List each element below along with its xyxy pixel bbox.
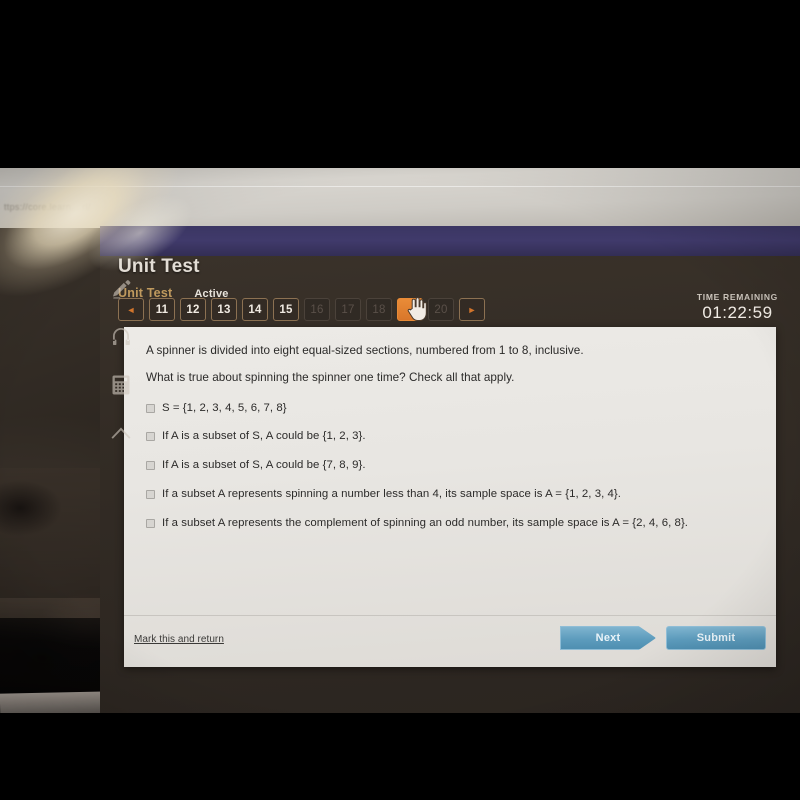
calculator-icon[interactable]: [108, 372, 134, 398]
highlighter-icon[interactable]: [108, 276, 134, 302]
checkbox-option-3[interactable]: [146, 461, 155, 471]
page-button-17[interactable]: 17: [335, 298, 361, 321]
page-button-20[interactable]: 20: [428, 298, 454, 321]
page-button-16[interactable]: 16: [304, 298, 330, 321]
answer-options: S = {1, 2, 3, 4, 5, 6, 7, 8} If A is a s…: [124, 397, 776, 531]
pagination-next-button[interactable]: ►: [459, 298, 485, 321]
option-row[interactable]: If a subset A represents the complement …: [146, 516, 754, 531]
question-stem: A spinner is divided into eight equal-si…: [124, 327, 776, 386]
headphones-icon[interactable]: [108, 324, 134, 350]
page-button-18[interactable]: 18: [366, 298, 392, 321]
checkbox-option-1[interactable]: [146, 403, 155, 413]
mark-this-and-return-link[interactable]: Mark this and return: [134, 634, 224, 645]
time-remaining-value: 01:22:59: [702, 303, 773, 322]
checkbox-option-5[interactable]: [146, 518, 155, 528]
stem-line-2: What is true about spinning the spinner …: [146, 370, 515, 384]
option-row[interactable]: If A is a subset of S, A could be {7, 8,…: [146, 458, 754, 473]
checkbox-option-4[interactable]: [146, 490, 155, 500]
question-card: A spinner is divided into eight equal-si…: [124, 327, 776, 667]
page-button-19-current[interactable]: [397, 298, 423, 321]
page-button-14[interactable]: 14: [242, 298, 268, 321]
option-row[interactable]: If a subset A represents spinning a numb…: [146, 487, 754, 502]
assessment-app-body: Unit Test Unit Test Active ◄ 11 12 13 14…: [100, 256, 800, 713]
page-button-12[interactable]: 12: [180, 298, 206, 321]
tool-rail: [100, 276, 142, 446]
option-row[interactable]: If A is a subset of S, A could be {1, 2,…: [146, 429, 754, 444]
option-row[interactable]: S = {1, 2, 3, 4, 5, 6, 7, 8}: [146, 401, 754, 416]
option-label-2: If A is a subset of S, A could be {1, 2,…: [162, 430, 366, 443]
time-remaining-label: TIME REMAINING: [696, 292, 778, 302]
option-label-5: If a subset A represents the complement …: [162, 516, 689, 529]
browser-chrome: ttps://core.learn... rl/: [0, 168, 800, 228]
address-bar-url[interactable]: ttps://core.learn... rl/: [4, 202, 91, 212]
tablet-screen-region: ttps://core.learn... rl/ Unit Test Unit …: [0, 168, 800, 713]
page-button-13[interactable]: 13: [211, 298, 237, 321]
time-remaining-block: TIME REMAINING 01:22:59: [697, 292, 778, 323]
checkbox-option-2[interactable]: [146, 432, 155, 442]
site-navigation-bar[interactable]: [100, 226, 800, 258]
page-button-15[interactable]: 15: [273, 298, 299, 321]
chrome-tab-divider: [0, 186, 800, 187]
collapse-up-icon[interactable]: [108, 420, 134, 446]
submit-button[interactable]: Submit: [666, 626, 766, 650]
photograph-of-screen: ttps://core.learn... rl/ Unit Test Unit …: [0, 0, 800, 800]
option-label-1: S = {1, 2, 3, 4, 5, 6, 7, 8}: [162, 401, 287, 414]
stem-line-1: A spinner is divided into eight equal-si…: [146, 344, 584, 357]
page-title: Unit Test: [118, 256, 200, 277]
page-button-11[interactable]: 11: [149, 298, 175, 321]
question-pagination: ◄ 11 12 13 14 15 16 17 18 20 ►: [118, 298, 485, 321]
next-button[interactable]: Next: [560, 626, 656, 650]
option-label-4: If a subset A represents spinning a numb…: [162, 488, 621, 501]
question-card-footer: Mark this and return Next Submit: [124, 615, 776, 667]
option-label-3: If A is a subset of S, A could be {7, 8,…: [162, 459, 366, 472]
